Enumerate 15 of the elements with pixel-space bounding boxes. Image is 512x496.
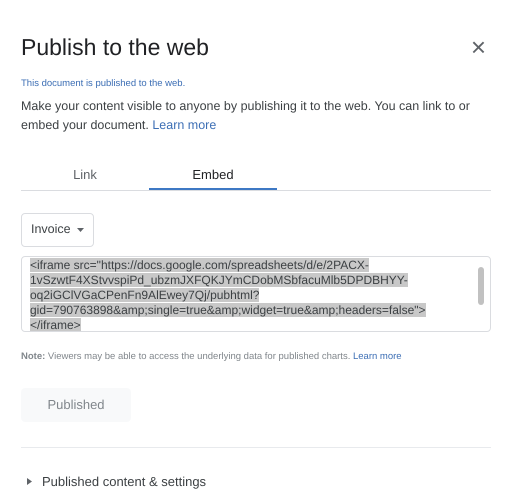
tab[interactable]: Embed <box>149 162 277 190</box>
learn-more-link[interactable]: Learn more <box>352 350 402 362</box>
close-button[interactable]: × <box>470 34 486 60</box>
settings-expander[interactable]: Published content & settings <box>27 472 206 492</box>
learn-more-link[interactable]: Learn more <box>152 118 216 132</box>
description: Make your content visible to anyone by publishing it to the web. You can link to or embed your document. Learn more <box>21 98 471 134</box>
sheet-dropdown[interactable]: Invoice <box>21 212 94 247</box>
publish-status: This document is published to the web. <box>21 76 186 90</box>
dialog-title: Publish to the web <box>21 33 209 62</box>
scrollbar-thumb <box>478 266 484 305</box>
tab[interactable]: Link <box>21 162 149 190</box>
embed-code-field[interactable] <box>21 256 491 332</box>
caret-icon <box>76 228 84 232</box>
triangle-icon <box>27 478 32 486</box>
note-text: Note: Viewers may be able to access the underlying data for published charts. Learn more <box>21 350 403 364</box>
